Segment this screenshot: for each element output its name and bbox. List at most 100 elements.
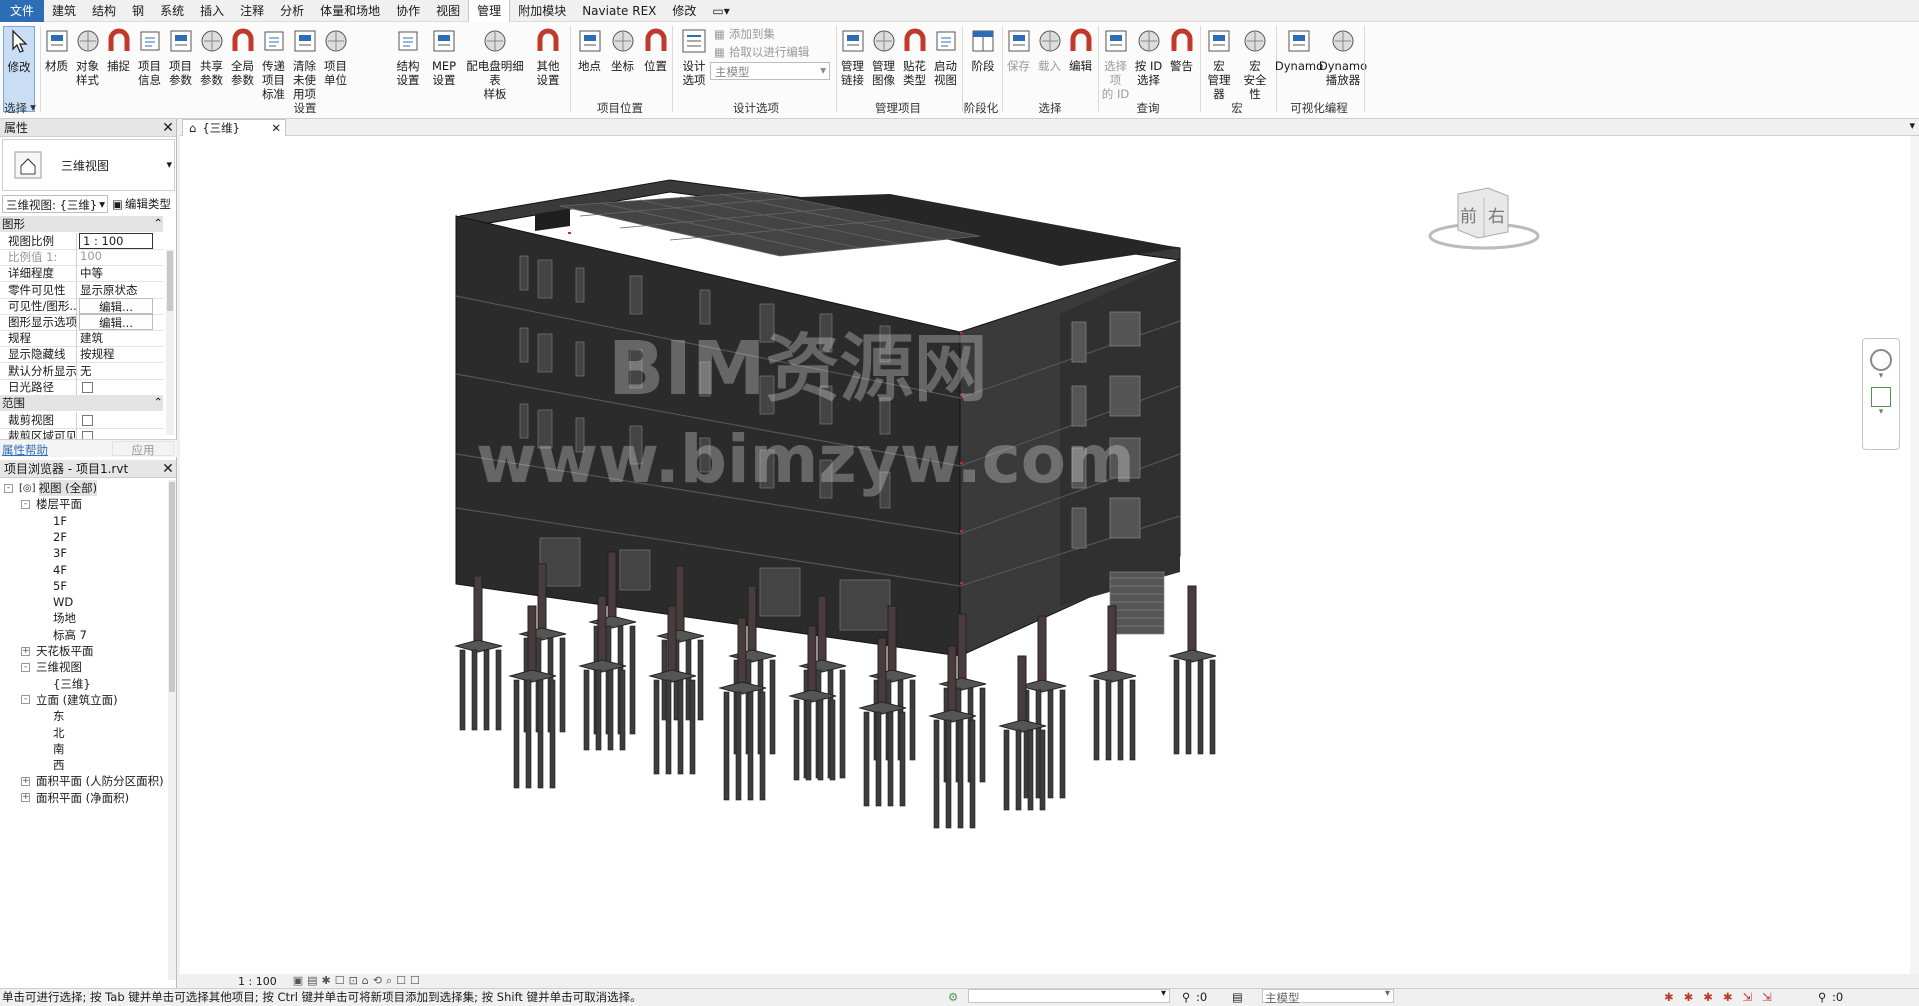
- design-options-button[interactable]: 设计 选项: [676, 26, 712, 87]
- settings2-button-2[interactable]: 配电盘明细表 样板: [463, 26, 527, 101]
- expand-toggle-icon[interactable]: -: [21, 662, 30, 672]
- settings-button-8[interactable]: 清除 未使用项: [290, 26, 319, 101]
- property-row[interactable]: 图形显示选项 编辑...: [0, 314, 163, 331]
- property-row[interactable]: 零件可见性 显示原状态: [0, 281, 163, 299]
- apply-button[interactable]: 应用: [112, 441, 174, 457]
- section-graphics[interactable]: 图形 ⌃: [0, 216, 163, 232]
- design-options-icon[interactable]: ▤: [1232, 990, 1243, 1004]
- navigation-bar[interactable]: ▾ ▾: [1862, 338, 1900, 450]
- chevron-down-icon[interactable]: ▾: [1909, 119, 1915, 132]
- tree-node[interactable]: 西: [38, 757, 65, 773]
- selection-button-1[interactable]: 载入: [1035, 26, 1064, 73]
- settings-button-3[interactable]: 项目 信息: [135, 26, 164, 87]
- expand-toggle-icon[interactable]: +: [21, 793, 30, 803]
- location-button-0[interactable]: 地点: [574, 26, 605, 73]
- tree-node[interactable]: 南: [38, 741, 65, 757]
- close-icon[interactable]: ✕: [271, 121, 281, 135]
- location-button-2[interactable]: 位置: [640, 26, 671, 73]
- filter-icon[interactable]: ⚲: [1818, 990, 1826, 1004]
- design-option-select[interactable]: 主模型 ▾: [710, 62, 830, 80]
- property-row[interactable]: 显示隐藏线 按规程: [0, 346, 163, 364]
- close-icon[interactable]: ✕: [160, 119, 176, 136]
- menu-item-2[interactable]: 结构: [84, 0, 124, 22]
- property-row[interactable]: 视图比例 1 : 100: [0, 233, 163, 250]
- settings-button-2[interactable]: 捕捉: [104, 26, 133, 73]
- settings-button-5[interactable]: 共享 参数: [197, 26, 226, 87]
- property-value[interactable]: 1 : 100: [79, 233, 153, 249]
- tree-node[interactable]: - [◎] 视图 (全部): [4, 480, 98, 496]
- pick-to-edit-button[interactable]: ▦ 拾取以进行编辑: [714, 44, 809, 60]
- location-button-1[interactable]: 坐标: [607, 26, 638, 73]
- workset-select[interactable]: ▾: [968, 988, 1170, 1003]
- inquiry-button-2[interactable]: 警告: [1166, 26, 1197, 73]
- chevron-down-icon[interactable]: ▾: [1863, 371, 1899, 381]
- property-checkbox[interactable]: [82, 415, 93, 426]
- property-row[interactable]: 默认分析显示...无: [0, 362, 163, 380]
- sun-path-checkbox[interactable]: [82, 381, 93, 393]
- macro-button-1[interactable]: 宏安全性: [1238, 26, 1272, 101]
- inquiry-button-0[interactable]: 选择项的 ID: [1100, 26, 1131, 101]
- add-to-set-button[interactable]: ▦ 添加到集: [714, 26, 775, 42]
- tree-node[interactable]: 4F: [38, 562, 67, 578]
- tree-node[interactable]: + 面积平面 (人防分区面积): [21, 773, 164, 789]
- viewcube-right-face[interactable]: 右: [1488, 202, 1505, 227]
- dynamo-button-0[interactable]: Dynamo: [1275, 26, 1323, 73]
- tree-node[interactable]: + 面积平面 (净面积): [21, 790, 129, 806]
- settings-button-4[interactable]: 项目 参数: [166, 26, 195, 87]
- menu-item-10[interactable]: 视图: [428, 0, 468, 22]
- menu-item-7[interactable]: 分析: [272, 0, 312, 22]
- tree-node[interactable]: + 天花板平面: [21, 643, 94, 659]
- tree-node[interactable]: 5F: [38, 578, 67, 594]
- worksets-icon[interactable]: ⚙: [948, 990, 958, 1004]
- settings2-button-1[interactable]: MEP 设置: [427, 26, 461, 87]
- menu-item-1[interactable]: 建筑: [44, 0, 84, 22]
- inquiry-button-1[interactable]: 按 ID 选择: [1133, 26, 1164, 87]
- properties-help-link[interactable]: 属性帮助: [2, 442, 48, 458]
- settings-button-9[interactable]: 项目 单位: [321, 26, 350, 87]
- expand-toggle-icon[interactable]: -: [21, 695, 30, 705]
- menu-item-12[interactable]: 附加模块: [510, 0, 574, 22]
- menu-item-3[interactable]: 钢: [124, 0, 152, 22]
- settings2-button-0[interactable]: 结构 设置: [391, 26, 425, 87]
- select-dropdown[interactable]: 选择 ▾: [2, 100, 38, 116]
- design-option-status-select[interactable]: 主模型 ▾: [1262, 988, 1394, 1005]
- view-control-icons[interactable]: ▣▤✱☐⊡⌂⟲⌕☐☐: [293, 974, 424, 988]
- property-row[interactable]: 日光路径: [0, 378, 163, 396]
- close-icon[interactable]: ✕: [160, 460, 176, 477]
- expand-toggle-icon[interactable]: +: [21, 646, 30, 656]
- menu-item-11[interactable]: 管理: [468, 0, 511, 22]
- tree-node[interactable]: - 三维视图: [21, 659, 82, 675]
- tab-3d-view[interactable]: ⌂ {三维} ✕: [182, 119, 286, 136]
- section-extents[interactable]: 范围 ⌃: [0, 395, 163, 411]
- dynamo-button-1[interactable]: Dynamo 播放器: [1319, 26, 1367, 87]
- selection-button-2[interactable]: 编辑: [1066, 26, 1095, 73]
- property-row[interactable]: 规程 建筑: [0, 330, 163, 348]
- manage-button-3[interactable]: 启动 视图: [931, 26, 960, 87]
- view-scale[interactable]: 1 : 100: [238, 975, 277, 988]
- menu-item-8[interactable]: 体量和场地: [312, 0, 388, 22]
- viewcube-front-face[interactable]: 前: [1460, 202, 1477, 227]
- editable-only-icon[interactable]: ⚲: [1182, 990, 1190, 1004]
- settings-button-0[interactable]: 材质: [42, 26, 71, 73]
- property-value[interactable]: 编辑...: [79, 297, 153, 314]
- expand-toggle-icon[interactable]: -: [4, 483, 13, 493]
- menu-item-9[interactable]: 协作: [388, 0, 428, 22]
- manage-button-2[interactable]: 贴花 类型: [900, 26, 929, 87]
- tree-node[interactable]: 1F: [38, 513, 67, 529]
- settings-button-7[interactable]: 传递 项目标准: [259, 26, 288, 101]
- tree-node[interactable]: 北: [38, 725, 65, 741]
- manage-button-1[interactable]: 管理 图像: [869, 26, 898, 87]
- phases-button[interactable]: 阶段: [964, 26, 1002, 73]
- menu-item-0[interactable]: 文件: [0, 0, 45, 22]
- menu-item-4[interactable]: 系统: [152, 0, 192, 22]
- tree-node[interactable]: 标高 7: [38, 627, 87, 643]
- menu-item-13[interactable]: Naviate REX: [574, 0, 664, 22]
- tree-node[interactable]: 3F: [38, 545, 67, 561]
- properties-scrollbar[interactable]: [166, 249, 174, 435]
- selection-button-0[interactable]: 保存: [1004, 26, 1033, 73]
- quick-access-dropdown-icon[interactable]: ▭▾: [704, 0, 737, 22]
- chevron-down-icon[interactable]: ▾: [1863, 407, 1899, 417]
- tree-node[interactable]: 2F: [38, 529, 67, 545]
- tree-node[interactable]: WD: [38, 594, 73, 610]
- settings-button-6[interactable]: 全局 参数: [228, 26, 257, 87]
